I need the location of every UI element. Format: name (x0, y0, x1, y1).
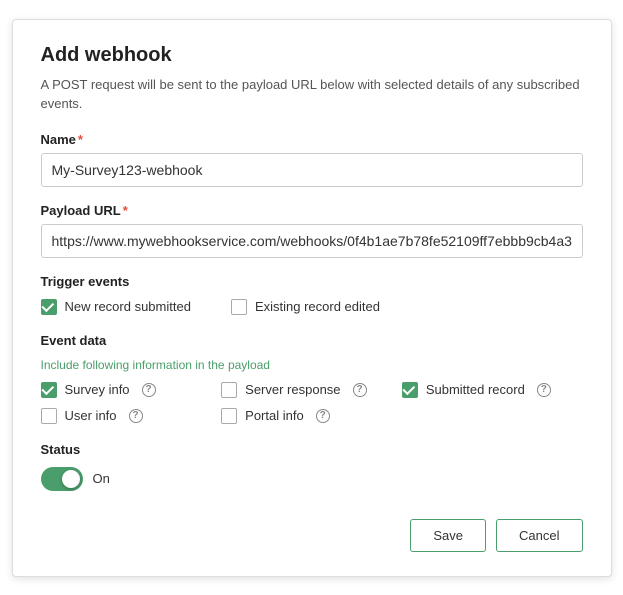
portal-info-label: Portal info (245, 408, 304, 423)
existing-record-label: Existing record edited (255, 299, 380, 314)
status-row: On (41, 467, 583, 491)
name-label: Name* (41, 132, 583, 147)
status-section: Status On (41, 442, 583, 491)
footer-buttons: Save Cancel (41, 519, 583, 552)
user-info-label: User info (65, 408, 117, 423)
payload-url-input[interactable] (41, 224, 583, 258)
survey-info-help-icon[interactable]: ? (142, 383, 156, 397)
user-info-checkbox[interactable]: User info ? (41, 408, 222, 424)
status-title: Status (41, 442, 583, 457)
new-record-label: New record submitted (65, 299, 191, 314)
payload-required-star: * (123, 203, 128, 218)
portal-info-checkbox[interactable]: Portal info ? (221, 408, 402, 424)
new-record-checkbox-box[interactable] (41, 299, 57, 315)
submitted-record-label: Submitted record (426, 382, 525, 397)
name-input[interactable] (41, 153, 583, 187)
server-response-checkbox-box[interactable] (221, 382, 237, 398)
trigger-events-title: Trigger events (41, 274, 583, 289)
portal-info-help-icon[interactable]: ? (316, 409, 330, 423)
event-data-section: Event data Include following information… (41, 333, 583, 424)
add-webhook-modal: Add webhook A POST request will be sent … (12, 19, 612, 577)
submitted-record-checkbox-box[interactable] (402, 382, 418, 398)
user-info-checkbox-box[interactable] (41, 408, 57, 424)
survey-info-checkbox-box[interactable] (41, 382, 57, 398)
survey-info-label: Survey info (65, 382, 130, 397)
existing-record-edited-checkbox[interactable]: Existing record edited (231, 299, 380, 315)
survey-info-checkbox[interactable]: Survey info ? (41, 382, 222, 398)
existing-record-checkbox-box[interactable] (231, 299, 247, 315)
user-info-help-icon[interactable]: ? (129, 409, 143, 423)
trigger-events-row: New record submitted Existing record edi… (41, 299, 583, 315)
event-data-subtitle: Include following information in the pay… (41, 358, 583, 372)
server-response-label: Server response (245, 382, 340, 397)
new-record-submitted-checkbox[interactable]: New record submitted (41, 299, 191, 315)
status-toggle[interactable] (41, 467, 83, 491)
toggle-thumb (62, 470, 80, 488)
modal-title: Add webhook (41, 44, 583, 67)
server-response-help-icon[interactable]: ? (353, 383, 367, 397)
submitted-record-checkbox[interactable]: Submitted record ? (402, 382, 583, 398)
save-button[interactable]: Save (410, 519, 486, 552)
modal-description: A POST request will be sent to the paylo… (41, 75, 583, 114)
payload-url-label: Payload URL* (41, 203, 583, 218)
name-required-star: * (78, 132, 83, 147)
portal-info-checkbox-box[interactable] (221, 408, 237, 424)
event-data-grid: Survey info ? Server response ? Submitte… (41, 382, 583, 424)
server-response-checkbox[interactable]: Server response ? (221, 382, 402, 398)
cancel-button[interactable]: Cancel (496, 519, 582, 552)
event-data-title: Event data (41, 333, 583, 348)
submitted-record-help-icon[interactable]: ? (537, 383, 551, 397)
status-toggle-label: On (93, 471, 110, 486)
